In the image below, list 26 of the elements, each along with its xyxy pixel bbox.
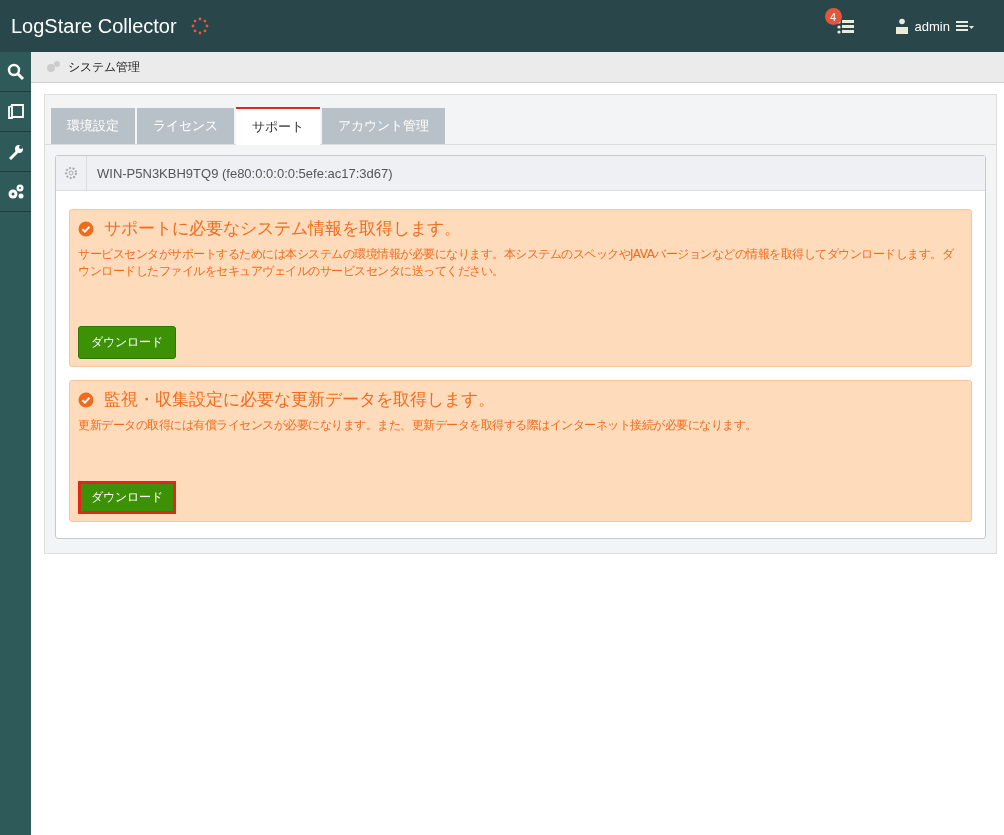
- wrench-icon: [6, 142, 25, 161]
- gears-icon: [6, 182, 25, 201]
- user-icon: [894, 18, 909, 34]
- page-title: システム管理: [68, 58, 140, 76]
- section-heading: サポートに必要なシステム情報を取得します。: [104, 217, 461, 240]
- download-button[interactable]: ダウンロード: [78, 326, 176, 359]
- list-icon: [836, 18, 855, 34]
- section-description: サービスセンタがサポートするためには本システムの環境情報が必要になります。本システムのスペックやJAVAバージョンなどの情報を取得してダウンロードします。ダウンロードしたファイルをセキュアヴェイルのサービスセンタに送ってください。: [78, 246, 955, 280]
- section-description: 更新データの取得には有償ライセンスが必要になります。また、更新データを取得する際はインターネット接続が必要になります。: [78, 417, 758, 434]
- search-icon: [6, 62, 25, 81]
- menu-caret-icon: [956, 20, 974, 32]
- notification-count: 4: [824, 8, 842, 25]
- user-name: admin: [914, 18, 950, 34]
- download-button[interactable]: ダウンロード: [78, 481, 176, 514]
- host-name: WIN-P5N3KBH9TQ9 (fe80:0:0:0:0:5efe:ac17:3d67): [96, 165, 393, 181]
- check-circle-icon: [78, 220, 94, 237]
- section-heading: 監視・収集設定に必要な更新データを取得します。: [104, 388, 495, 411]
- user-menu-button[interactable]: admin: [888, 17, 980, 35]
- tab[interactable]: サポート: [236, 107, 320, 145]
- check-circle-icon: [78, 391, 94, 408]
- loading-spinner-icon: [190, 17, 209, 35]
- task-list-button[interactable]: 4: [824, 8, 855, 34]
- app-title: LogStare Collector: [11, 14, 177, 38]
- gear-icon: [65, 167, 77, 179]
- gears-icon: [46, 60, 60, 74]
- cards-icon: [6, 102, 25, 121]
